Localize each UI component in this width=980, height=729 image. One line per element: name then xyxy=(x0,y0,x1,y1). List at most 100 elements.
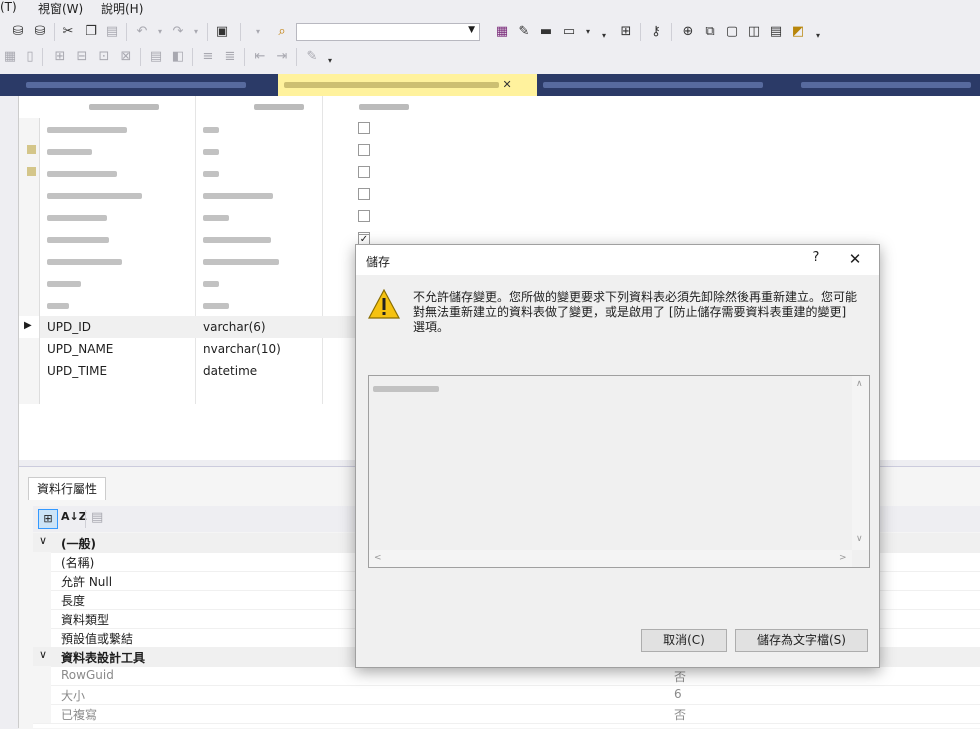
criteria-icon[interactable]: ⊡ xyxy=(96,49,112,65)
scroll-right-icon[interactable]: > xyxy=(839,553,847,563)
dialog-title: 儲存 xyxy=(366,255,391,269)
redo-dropdown-icon[interactable]: ▾ xyxy=(188,24,204,40)
vertical-scrollbar[interactable]: ∧ ∨ xyxy=(852,376,869,550)
data-type-cell[interactable]: nvarchar(10) xyxy=(203,342,281,356)
check-constraints-icon[interactable]: ▢ xyxy=(724,24,740,40)
scroll-left-icon[interactable]: < xyxy=(374,553,382,563)
data-type-cell[interactable]: varchar(6) xyxy=(203,320,266,334)
help-icon[interactable]: ? xyxy=(807,250,825,268)
table-row[interactable] xyxy=(19,140,409,162)
toolbar-overflow-icon[interactable]: ▾ xyxy=(322,53,338,69)
list-item[interactable] xyxy=(373,381,439,395)
results-icon[interactable]: ▤ xyxy=(148,49,164,65)
allow-null-checkbox-checked[interactable]: ✓ xyxy=(358,234,370,245)
config-dropdown-icon[interactable]: ▾ xyxy=(250,24,266,40)
column-properties-tab[interactable]: 資料行屬性 xyxy=(28,477,107,500)
document-tab-active[interactable]: ✕ xyxy=(278,74,537,96)
allow-null-checkbox[interactable] xyxy=(358,210,370,222)
redo-icon[interactable]: ↷ xyxy=(170,24,186,40)
column-name-cell[interactable]: UPD_TIME xyxy=(47,364,107,378)
grid-view-icon[interactable]: ⊞ xyxy=(52,49,68,65)
allow-null-checkbox[interactable] xyxy=(358,188,370,200)
affected-tables-list[interactable]: ∧ ∨ < > xyxy=(368,375,870,568)
results-pane-icon[interactable]: ▣ xyxy=(214,24,230,40)
xml-indexes-icon[interactable]: ◫ xyxy=(746,24,762,40)
column-name-cell[interactable]: UPD_ID xyxy=(47,320,91,334)
document-tab[interactable] xyxy=(537,74,795,96)
property-row[interactable]: 大小 6 xyxy=(33,685,980,705)
align-left-icon[interactable]: ≡ xyxy=(200,49,216,65)
primary-key-icon[interactable]: ⚷ xyxy=(648,24,664,40)
insert-column-icon[interactable]: ⊕ xyxy=(680,24,696,40)
generate-script-icon[interactable]: ▤ xyxy=(768,24,784,40)
toolbar-overflow-icon[interactable]: ▾ xyxy=(596,28,612,44)
diagram-view-icon[interactable]: ⊟ xyxy=(74,49,90,65)
table-row[interactable] xyxy=(19,184,409,206)
outdent-icon[interactable]: ⇤ xyxy=(252,49,268,65)
align-right-icon[interactable]: ≣ xyxy=(222,49,238,65)
scroll-down-icon[interactable]: ∨ xyxy=(856,534,863,544)
object-explorer-icon[interactable]: ▦ xyxy=(494,24,510,40)
undo-icon[interactable]: ↶ xyxy=(134,24,150,40)
horizontal-scrollbar[interactable]: < > xyxy=(369,550,852,567)
scroll-up-icon[interactable]: ∧ xyxy=(856,379,863,389)
categorized-icon[interactable]: ⊞ xyxy=(38,509,58,529)
table-row[interactable]: UPD_NAME nvarchar(10) xyxy=(19,338,409,360)
save-icon[interactable]: ▦ xyxy=(2,49,18,65)
solution-config-combo[interactable]: ▼ xyxy=(296,23,480,41)
terminal-icon[interactable]: ▭ xyxy=(561,24,577,40)
cut-icon[interactable]: ✂ xyxy=(60,24,76,40)
document-tab[interactable] xyxy=(795,74,980,96)
allow-null-checkbox[interactable] xyxy=(358,122,370,134)
property-row[interactable]: 已複寫否 xyxy=(33,704,980,724)
allow-null-checkbox[interactable] xyxy=(358,166,370,178)
sql-pane-icon[interactable]: ⊠ xyxy=(118,49,134,65)
left-tool-strip: ✕ xyxy=(0,74,19,728)
toolbar-separator xyxy=(244,48,245,66)
document-tab[interactable] xyxy=(20,74,278,96)
save-text-file-button[interactable]: 儲存為文字檔(S) xyxy=(735,629,868,652)
table-row-current[interactable]: ▶ UPD_ID varchar(6) xyxy=(19,316,409,338)
data-type-cell[interactable]: datetime xyxy=(203,364,257,378)
table-row[interactable] xyxy=(19,228,409,250)
xmla-query-icon[interactable]: ⛁ xyxy=(10,24,26,40)
close-icon[interactable]: ✕ xyxy=(846,250,864,268)
manage-indexes-icon[interactable]: ⊞ xyxy=(618,24,634,40)
allow-null-checkbox[interactable] xyxy=(358,144,370,156)
collapse-icon[interactable]: ∨ xyxy=(39,534,47,547)
dax-query-icon[interactable]: ⛁ xyxy=(32,24,48,40)
table-row-empty[interactable] xyxy=(19,382,409,404)
table-row[interactable] xyxy=(19,294,409,316)
table-row[interactable] xyxy=(19,118,409,140)
comment-icon[interactable]: ✎ xyxy=(304,49,320,65)
menu-window[interactable]: 視窗(W) xyxy=(38,0,83,17)
find-icon[interactable]: ⌕ xyxy=(274,24,290,40)
menu-tools[interactable]: (T) xyxy=(0,0,17,14)
table-row[interactable] xyxy=(19,162,409,184)
column-name-cell[interactable]: UPD_NAME xyxy=(47,342,113,356)
alphabetical-sort-icon[interactable]: A↓Z xyxy=(61,510,87,523)
relationships-icon[interactable]: ⧉ xyxy=(702,24,718,40)
close-tab-icon[interactable]: ✕ xyxy=(503,78,512,91)
table-row[interactable] xyxy=(19,206,409,228)
collapse-icon[interactable]: ∨ xyxy=(39,648,47,661)
menu-help[interactable]: 說明(H) xyxy=(101,0,143,17)
save-all-icon[interactable]: ▯ xyxy=(22,49,38,65)
toolbar-overflow-icon[interactable]: ▾ xyxy=(810,28,826,44)
property-row[interactable]: RowGuid 否 xyxy=(33,666,980,686)
copy-icon[interactable]: ❐ xyxy=(83,24,99,40)
table-row[interactable] xyxy=(19,272,409,294)
table-row[interactable]: UPD_TIME datetime xyxy=(19,360,409,382)
spatial-indexes-icon[interactable]: ◩ xyxy=(790,24,806,40)
undo-dropdown-icon[interactable]: ▾ xyxy=(152,24,168,40)
terminal-dropdown-icon[interactable]: ▾ xyxy=(580,24,596,40)
cancel-button[interactable]: 取消(C) xyxy=(641,629,727,652)
paste-icon[interactable]: ▤ xyxy=(104,24,120,40)
properties-wrench-icon[interactable]: ✎ xyxy=(516,24,532,40)
property-pages-icon[interactable]: ▤ xyxy=(91,510,103,525)
change-type-icon[interactable]: ◧ xyxy=(170,49,186,65)
table-row[interactable] xyxy=(19,250,409,272)
indent-icon[interactable]: ⇥ xyxy=(274,49,290,65)
toolbox-icon[interactable]: ▬ xyxy=(538,24,554,40)
allow-nulls-header xyxy=(359,104,409,110)
